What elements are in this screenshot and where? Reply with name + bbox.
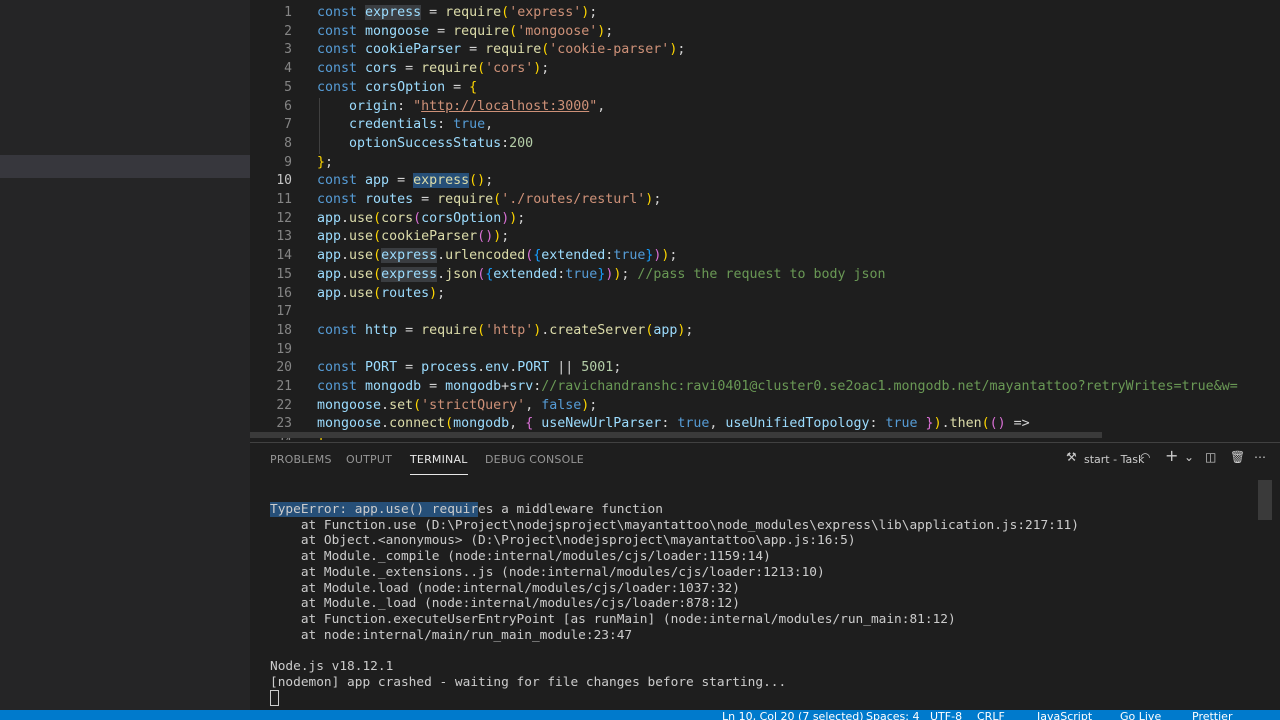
- line-number: 3: [284, 42, 292, 58]
- code-line[interactable]: app.use(express.json({extended:true})); …: [317, 266, 886, 285]
- line-number: 4: [284, 61, 292, 77]
- terminal-line: at Module.load (node:internal/modules/cj…: [270, 580, 740, 596]
- code-line[interactable]: app.use(cookieParser());: [317, 228, 509, 247]
- horizontal-scrollbar[interactable]: [250, 432, 1102, 438]
- line-number: 2: [284, 23, 292, 39]
- line-number: 8: [284, 135, 292, 151]
- terminal-line: at Function.use (D:\Project\nodejsprojec…: [270, 517, 1079, 533]
- tab-problems[interactable]: PROBLEMS: [270, 453, 332, 466]
- chevron-down-icon[interactable]: ⌄: [1184, 450, 1194, 464]
- line-number: 6: [284, 98, 292, 114]
- code-line[interactable]: mongoose.set('strictQuery', false);: [317, 397, 597, 416]
- code-line[interactable]: credentials: true,: [317, 116, 493, 135]
- more-actions-icon[interactable]: ⋯: [1254, 450, 1266, 464]
- task-label[interactable]: start - Task: [1084, 453, 1144, 466]
- encoding-status[interactable]: UTF-8: [930, 710, 962, 720]
- tools-icon[interactable]: ⚒: [1066, 450, 1077, 464]
- line-number: 9: [284, 154, 292, 170]
- code-line[interactable]: const cors = require('cors');: [317, 60, 549, 79]
- code-line[interactable]: app.use(cors(corsOption));: [317, 210, 525, 229]
- status-bar: Ln 10, Col 20 (7 selected) Spaces: 4 UTF…: [0, 710, 1280, 720]
- sidebar-selected-item[interactable]: [0, 155, 250, 178]
- trash-icon[interactable]: 🗑: [1230, 450, 1245, 464]
- code-line[interactable]: app.use(routes);: [317, 285, 445, 304]
- code-line[interactable]: origin: "http://localhost:3000",: [317, 98, 605, 117]
- eol-status[interactable]: CRLF: [977, 710, 1005, 720]
- line-number: 1: [284, 5, 292, 20]
- bottom-panel: PROBLEMS OUTPUT TERMINAL DEBUG CONSOLE ⚒…: [250, 442, 1280, 711]
- code-line[interactable]: };: [317, 154, 333, 173]
- line-number: 15: [276, 266, 292, 282]
- line-number: 21: [276, 379, 292, 394]
- line-number: 10: [276, 173, 292, 189]
- terminal-line: [nodemon] app crashed - waiting for file…: [270, 674, 787, 690]
- code-line[interactable]: const express = require('express');: [317, 4, 597, 23]
- tab-debug-console[interactable]: DEBUG CONSOLE: [485, 453, 584, 466]
- terminal-line: at Module._extensions..js (node:internal…: [270, 564, 825, 580]
- terminal-line: at Function.executeUserEntryPoint [as ru…: [270, 611, 956, 627]
- split-terminal-icon[interactable]: ◫: [1205, 450, 1216, 464]
- terminal-line: at Module._load (node:internal/modules/c…: [270, 596, 740, 612]
- terminal-line: at node:internal/main/run_main_module:23…: [270, 627, 633, 643]
- line-number: 12: [276, 210, 292, 226]
- go-live-button[interactable]: Go Live: [1120, 710, 1161, 720]
- line-number: 7: [284, 117, 292, 133]
- line-number: 19: [276, 341, 292, 357]
- code-line[interactable]: app.use(express.urlencoded({extended:tru…: [317, 247, 677, 266]
- line-number: 11: [276, 192, 292, 207]
- code-line[interactable]: optionSuccessStatus:200: [317, 135, 533, 154]
- line-number: 13: [276, 229, 292, 245]
- terminal-line: at Object.<anonymous> (D:\Project\nodejs…: [270, 533, 856, 549]
- new-terminal-icon[interactable]: +: [1165, 446, 1178, 465]
- code-line[interactable]: const app = express();: [317, 172, 493, 191]
- line-number: 16: [276, 285, 292, 301]
- line-number: 14: [276, 248, 292, 264]
- code-line[interactable]: const routes = require('./routes/resturl…: [317, 191, 661, 210]
- line-number: 5: [284, 79, 292, 95]
- line-number: 20: [276, 360, 292, 376]
- line-number: 17: [276, 304, 292, 320]
- terminal-line: Node.js v18.12.1: [270, 659, 394, 674]
- language-mode[interactable]: JavaScript: [1037, 710, 1092, 720]
- explorer-sidebar: [0, 0, 250, 710]
- terminal-scrollbar[interactable]: [1258, 480, 1272, 520]
- code-editor[interactable]: 123456789101112131415161718192021222324 …: [250, 0, 1280, 440]
- terminal-line: TypeError: app.use() requires a middlewa…: [270, 502, 663, 517]
- code-line[interactable]: const mongoose = require('mongoose');: [317, 23, 613, 42]
- code-line[interactable]: const PORT = process.env.PORT || 5001;: [317, 359, 621, 378]
- indentation-status[interactable]: Spaces: 4: [866, 710, 919, 720]
- tab-output[interactable]: OUTPUT: [346, 453, 392, 466]
- code-line[interactable]: const http = require('http').createServe…: [317, 322, 693, 341]
- line-number: 18: [276, 322, 292, 338]
- tab-terminal[interactable]: TERMINAL: [410, 453, 468, 475]
- terminal-cursor[interactable]: [270, 690, 279, 711]
- cursor-position[interactable]: Ln 10, Col 20 (7 selected): [722, 710, 864, 720]
- loading-spinner-icon: ◠: [1140, 450, 1151, 464]
- terminal-line: at Module._compile (node:internal/module…: [270, 549, 771, 565]
- prettier-status[interactable]: Prettier: [1192, 710, 1232, 720]
- line-number: 22: [276, 397, 292, 413]
- code-line[interactable]: const corsOption = {: [317, 79, 477, 98]
- code-line[interactable]: const cookieParser = require('cookie-par…: [317, 41, 685, 60]
- code-line[interactable]: const mongodb = mongodb+srv://ravichandr…: [317, 378, 1238, 397]
